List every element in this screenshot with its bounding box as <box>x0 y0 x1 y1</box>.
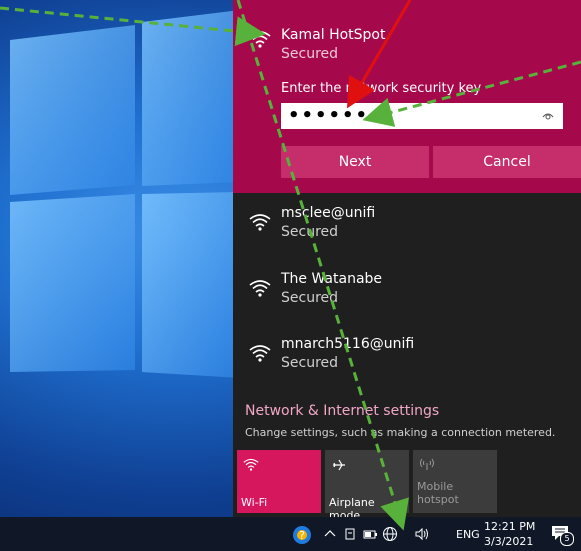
usb-device-icon[interactable] <box>342 526 358 542</box>
notification-count-badge: 5 <box>560 532 574 546</box>
notification-center-button[interactable]: 5 <box>551 525 574 546</box>
network-status: Secured <box>281 46 339 62</box>
network-status: Secured <box>281 224 339 240</box>
selected-network-panel: Kamal HotSpot Secured Enter the network … <box>233 0 581 193</box>
network-name: The Watanabe <box>281 271 383 287</box>
network-name[interactable]: Kamal HotSpot <box>281 27 385 43</box>
security-key-label: Enter the network security key <box>281 81 482 96</box>
help-icon[interactable]: ? <box>292 525 312 545</box>
airplane-mode-tile[interactable]: Airplane mode <box>325 450 409 522</box>
airplane-icon <box>333 459 345 471</box>
windows-logo <box>10 10 240 378</box>
wifi-icon <box>249 31 271 48</box>
next-button[interactable]: Next <box>281 146 429 178</box>
security-key-input[interactable]: •••••••• <box>281 103 563 129</box>
volume-icon[interactable] <box>414 526 430 542</box>
tile-label: Wi-Fi <box>241 496 268 509</box>
battery-icon[interactable] <box>362 526 378 542</box>
wifi-icon <box>249 214 271 231</box>
clock-time[interactable]: 12:21 PM <box>484 520 535 533</box>
network-flyout: Kamal HotSpot Secured Enter the network … <box>233 0 581 522</box>
network-status: Secured <box>281 355 339 371</box>
language-indicator[interactable]: ENG <box>456 528 480 541</box>
hotspot-icon <box>420 458 434 470</box>
network-globe-icon[interactable] <box>382 526 398 542</box>
network-name: msclee@unifi <box>281 205 376 221</box>
network-name: mnarch5116@unifi <box>281 336 415 352</box>
mobile-hotspot-tile[interactable]: Mobile hotspot <box>413 450 497 513</box>
chevron-up-icon[interactable] <box>322 526 338 542</box>
wifi-icon <box>249 345 271 362</box>
wifi-icon <box>249 280 271 297</box>
cancel-button[interactable]: Cancel <box>433 146 581 178</box>
taskbar: ? ENG 12:21 PM 3/3/2021 5 <box>0 517 581 551</box>
reveal-password-icon[interactable] <box>542 110 554 122</box>
network-status: Secured <box>281 290 339 306</box>
security-key-value: •••••••• <box>288 105 397 126</box>
wifi-tile[interactable]: Wi-Fi <box>237 450 321 513</box>
network-settings-link[interactable]: Network & Internet settings <box>245 403 439 419</box>
network-settings-description: Change settings, such as making a connec… <box>245 426 556 439</box>
tile-label: Mobile hotspot <box>417 480 459 506</box>
wifi-icon <box>243 458 259 471</box>
clock-date[interactable]: 3/3/2021 <box>484 535 533 548</box>
svg-text:?: ? <box>299 529 305 542</box>
